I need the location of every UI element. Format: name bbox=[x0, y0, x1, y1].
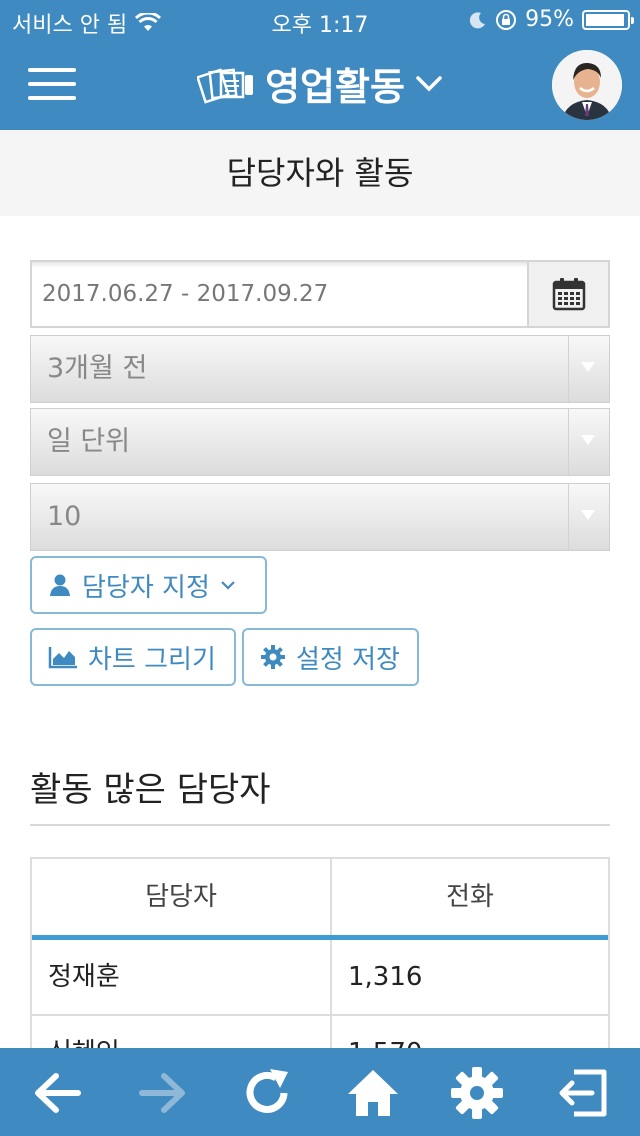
assign-person-label: 담당자 지정 bbox=[82, 572, 210, 603]
table-header: 담당자 전화 bbox=[32, 859, 608, 940]
unit-select[interactable]: 일 단위 bbox=[30, 408, 610, 476]
battery-icon bbox=[582, 9, 634, 30]
chevron-down-icon bbox=[416, 75, 442, 91]
column-header-phone[interactable]: 전화 bbox=[332, 859, 608, 935]
count-select[interactable]: 10 bbox=[30, 483, 610, 551]
header-title-area: 영업활동 bbox=[0, 56, 640, 111]
unit-select-value: 일 단위 bbox=[47, 426, 131, 457]
avatar[interactable] bbox=[552, 50, 622, 120]
header-title: 영업활동 bbox=[265, 65, 405, 109]
draw-chart-button[interactable]: 차트 그리기 bbox=[30, 628, 236, 686]
battery-percent: 95% bbox=[525, 7, 574, 32]
refresh-icon[interactable] bbox=[240, 1066, 294, 1120]
calendar-button[interactable] bbox=[527, 260, 610, 328]
avatar-image bbox=[552, 50, 622, 120]
assign-person-button[interactable]: 담당자 지정 bbox=[30, 556, 267, 614]
calendar-icon bbox=[552, 278, 585, 311]
save-settings-label: 설정 저장 bbox=[296, 644, 400, 675]
sales-app-icon bbox=[197, 67, 254, 104]
battery-fill bbox=[586, 13, 624, 26]
activity-table: 담당자 전화 정재훈 1,316 신혜인 1,570 bbox=[30, 857, 610, 1057]
page-title: 담당자와 활동 bbox=[0, 130, 640, 216]
dropdown-arrow-icon bbox=[568, 336, 609, 402]
app-header: 영업활동 bbox=[0, 40, 640, 130]
forward-arrow-icon[interactable] bbox=[136, 1066, 190, 1120]
save-settings-button[interactable]: 설정 저장 bbox=[242, 628, 419, 686]
date-range-input[interactable]: 2017.06.27 - 2017.09.27 bbox=[30, 260, 527, 328]
rotation-lock-icon bbox=[496, 9, 517, 30]
status-right: 95% bbox=[469, 7, 634, 32]
back-arrow-icon[interactable] bbox=[30, 1066, 84, 1120]
status-bar: 서비스 안 됨 오후 1:17 95% bbox=[0, 0, 640, 40]
module-dropdown[interactable]: 영업활동 bbox=[197, 56, 443, 111]
table-row[interactable]: 정재훈 1,316 bbox=[32, 940, 608, 1016]
gear-icon bbox=[261, 645, 285, 669]
dropdown-arrow-icon bbox=[568, 409, 609, 475]
section-title: 활동 많은 담당자 bbox=[30, 770, 271, 810]
cell-person: 정재훈 bbox=[32, 940, 332, 1014]
chevron-down-icon bbox=[221, 581, 235, 590]
column-header-person[interactable]: 담당자 bbox=[32, 859, 332, 935]
user-icon bbox=[50, 574, 70, 596]
area-chart-icon bbox=[48, 647, 77, 669]
date-range-row: 2017.06.27 - 2017.09.27 bbox=[30, 260, 610, 328]
logout-icon[interactable] bbox=[556, 1066, 610, 1120]
draw-chart-label: 차트 그리기 bbox=[88, 644, 216, 675]
period-select[interactable]: 3개월 전 bbox=[30, 335, 610, 403]
period-select-value: 3개월 전 bbox=[47, 353, 148, 384]
gear-icon[interactable] bbox=[450, 1066, 504, 1120]
count-select-value: 10 bbox=[47, 501, 82, 532]
bottom-toolbar bbox=[0, 1048, 640, 1136]
dropdown-arrow-icon bbox=[568, 484, 609, 550]
moon-icon bbox=[469, 11, 486, 28]
section-divider bbox=[30, 824, 610, 826]
home-icon[interactable] bbox=[346, 1066, 400, 1120]
cell-phone: 1,316 bbox=[348, 962, 423, 992]
